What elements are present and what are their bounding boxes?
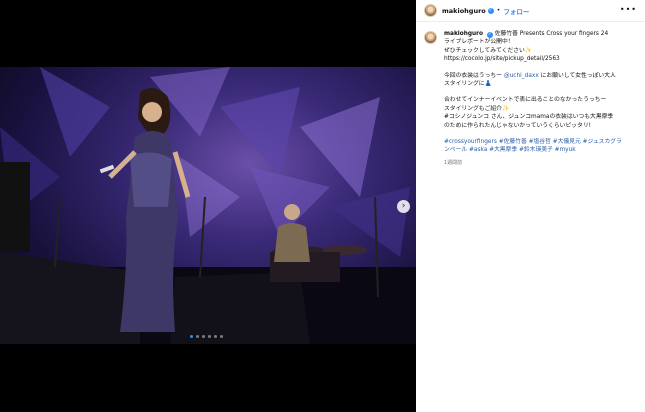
caption-line: ぜひチェックしてみてください✨ bbox=[444, 47, 533, 54]
caption-line: のために作られたんじゃないかっていうくらいピッタリ! bbox=[444, 122, 591, 129]
caption-username[interactable]: makiohguro bbox=[444, 31, 483, 37]
media-pane: › bbox=[0, 0, 416, 412]
avatar[interactable] bbox=[424, 31, 437, 44]
verified-badge-icon: ✓ bbox=[486, 32, 493, 39]
post-photo bbox=[0, 67, 416, 344]
next-photo-button[interactable]: › bbox=[397, 200, 410, 213]
post-side-panel: makiohguro ✓ • フォロー ••• makiohguro ✓ 佐藤竹… bbox=[416, 0, 645, 412]
post-viewer: › makiohguro ✓ • フォロー ••• makiohguro ✓ 佐… bbox=[0, 0, 645, 412]
hashtag-line[interactable]: #crossyourfingers #佐藤竹善 #塩谷哲 #大儀見元 #ジュスカ… bbox=[444, 138, 638, 146]
avatar[interactable] bbox=[424, 4, 437, 17]
carousel-dots bbox=[190, 335, 223, 338]
concert-photo-illustration bbox=[0, 67, 416, 344]
post-header: makiohguro ✓ • フォロー ••• bbox=[416, 0, 645, 22]
caption-line: 佐藤竹善 Presents Cross your fingers 24 bbox=[494, 31, 609, 37]
caption-line: #コシノジュンコ さん、ジュンコmamaの衣装はいつも大黒摩季 bbox=[444, 114, 614, 121]
caption-line: 合わせてインナーイベントで表に出ることのなかったうっちー bbox=[444, 97, 607, 104]
carousel-dot[interactable] bbox=[190, 335, 193, 338]
caption-link[interactable]: https://cocolo.jp/site/pickup_detail/256… bbox=[444, 55, 638, 63]
carousel-dot[interactable] bbox=[196, 335, 199, 338]
caption-line: ライブレポートが公開中！ bbox=[444, 39, 514, 46]
caption-line: スタイリングもご紹介✨ bbox=[444, 105, 510, 112]
carousel-dot[interactable] bbox=[220, 335, 223, 338]
caption: makiohguro ✓ 佐藤竹善 Presents Cross your fi… bbox=[424, 30, 638, 167]
caption-text: 今回の衣装はうっちー bbox=[444, 72, 504, 79]
mention-link[interactable]: @uchi_daxx bbox=[504, 73, 539, 79]
caption-text: にお願いして女性っぽい大人 bbox=[538, 72, 616, 79]
verified-badge-icon: ✓ bbox=[487, 7, 494, 14]
username-link[interactable]: makiohguro bbox=[442, 7, 486, 15]
carousel-dot[interactable] bbox=[214, 335, 217, 338]
chevron-right-icon: › bbox=[401, 201, 406, 211]
separator-dot: • bbox=[496, 7, 501, 14]
carousel-dot[interactable] bbox=[208, 335, 211, 338]
carousel-dot[interactable] bbox=[202, 335, 205, 338]
post-timestamp: 1週間前 bbox=[444, 159, 463, 166]
more-horizontal-icon[interactable]: ••• bbox=[620, 5, 637, 14]
follow-button[interactable]: フォロー bbox=[503, 6, 529, 16]
caption-line: スタイリングに👗 bbox=[444, 81, 492, 88]
hashtag-line[interactable]: ンペール #aska #大黒摩季 #鈴木瑛美子 #myuk bbox=[444, 146, 638, 154]
